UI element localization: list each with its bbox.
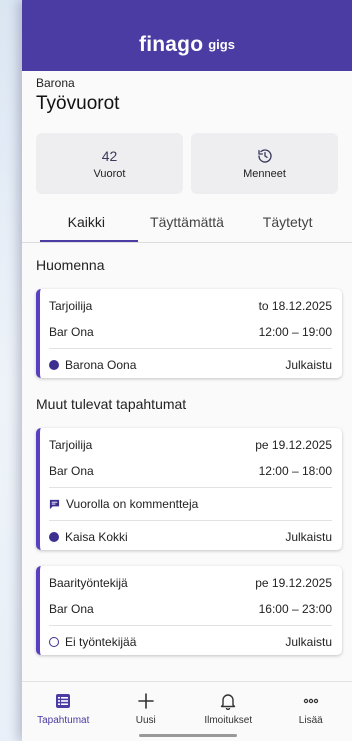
past-label: Menneet — [243, 167, 286, 180]
more-icon — [303, 698, 318, 703]
shift-role: Baarityöntekijä — [49, 576, 128, 590]
past-shifts-card[interactable]: Menneet — [191, 133, 338, 194]
shift-place: Bar Ona — [49, 464, 94, 478]
card-divider — [49, 625, 332, 626]
shift-status: Julkaistu — [285, 635, 332, 649]
nav-more[interactable]: Lisää — [270, 682, 352, 741]
nav-events-label: Tapahtumat — [37, 714, 90, 726]
card-divider — [49, 487, 332, 488]
list-icon — [56, 693, 71, 708]
nav-new-label: Uusi — [135, 714, 156, 726]
shift-card[interactable]: Baarityöntekijä pe 19.12.2025 Bar Ona 16… — [36, 566, 342, 655]
nav-more-label: Lisää — [298, 714, 323, 726]
assigned-dot-icon — [49, 360, 59, 370]
history-icon — [257, 148, 272, 163]
app-screen: finago gigs Barona Työvuorot 42 Vuorot M… — [22, 0, 352, 741]
shift-time: 16:00 – 23:00 — [258, 602, 332, 616]
shift-card[interactable]: Tarjoilija pe 19.12.2025 Bar Ona 12:00 –… — [36, 428, 342, 550]
shift-place: Bar Ona — [49, 325, 94, 339]
tab-filled[interactable]: Täytetyt — [237, 214, 338, 242]
nav-new[interactable]: Uusi — [105, 682, 188, 741]
assigned-dot-icon — [49, 532, 59, 542]
shift-worker: Kaisa Kokki — [65, 530, 128, 544]
app-header: finago gigs — [22, 0, 352, 71]
shift-time: 12:00 – 18:00 — [258, 464, 332, 478]
shifts-count: 42 — [101, 147, 118, 164]
brand-logo: finago — [139, 32, 204, 56]
shift-worker: Barona Oona — [65, 358, 137, 372]
plus-icon — [137, 692, 154, 709]
page-title: Työvuorot — [36, 93, 120, 114]
active-tab-indicator — [40, 240, 138, 242]
tab-unfilled[interactable]: Täyttämättä — [137, 214, 238, 242]
comment-icon — [49, 499, 60, 509]
section-title-tomorrow: Huomenna — [36, 257, 105, 273]
bottom-navigation: Tapahtumat Uusi Ilmoitukset Lisää — [22, 681, 352, 741]
shifts-count-card[interactable]: 42 Vuorot — [36, 133, 183, 194]
shift-comment: Vuorolla on kommentteja — [66, 497, 199, 511]
shifts-label: Vuorot — [93, 167, 126, 180]
shift-role: Tarjoilija — [49, 438, 93, 452]
stats-row: 42 Vuorot Menneet — [36, 133, 338, 194]
section-title-upcoming: Muut tulevat tapahtumat — [36, 396, 187, 412]
unassigned-circle-icon — [49, 637, 59, 647]
shift-status: Julkaistu — [285, 530, 332, 544]
shift-date: pe 19.12.2025 — [255, 576, 332, 590]
shift-date: pe 19.12.2025 — [255, 438, 332, 452]
page-header: Barona Työvuorot 42 Vuorot Menneet Kaikk… — [22, 71, 352, 243]
nav-notifications-label: Ilmoitukset — [204, 714, 253, 726]
card-divider — [49, 520, 332, 521]
bell-icon — [221, 693, 236, 710]
nav-events[interactable]: Tapahtumat — [22, 682, 105, 741]
company-name: Barona — [36, 76, 75, 90]
shift-time: 12:00 – 19:00 — [258, 325, 332, 339]
shift-date: to 18.12.2025 — [258, 299, 332, 313]
filter-tabs: Kaikki Täyttämättä Täytetyt — [36, 214, 338, 242]
shift-status: Julkaistu — [285, 358, 332, 372]
shift-place: Bar Ona — [49, 602, 94, 616]
shift-card[interactable]: Tarjoilija to 18.12.2025 Bar Ona 12:00 –… — [36, 289, 342, 378]
tab-all[interactable]: Kaikki — [36, 214, 137, 242]
nav-notifications[interactable]: Ilmoitukset — [187, 682, 270, 741]
brand-sub: gigs — [208, 37, 235, 52]
shift-role: Tarjoilija — [49, 299, 93, 313]
shift-worker: Ei työntekijää — [65, 635, 137, 649]
card-divider — [49, 348, 332, 349]
home-indicator — [139, 734, 237, 737]
